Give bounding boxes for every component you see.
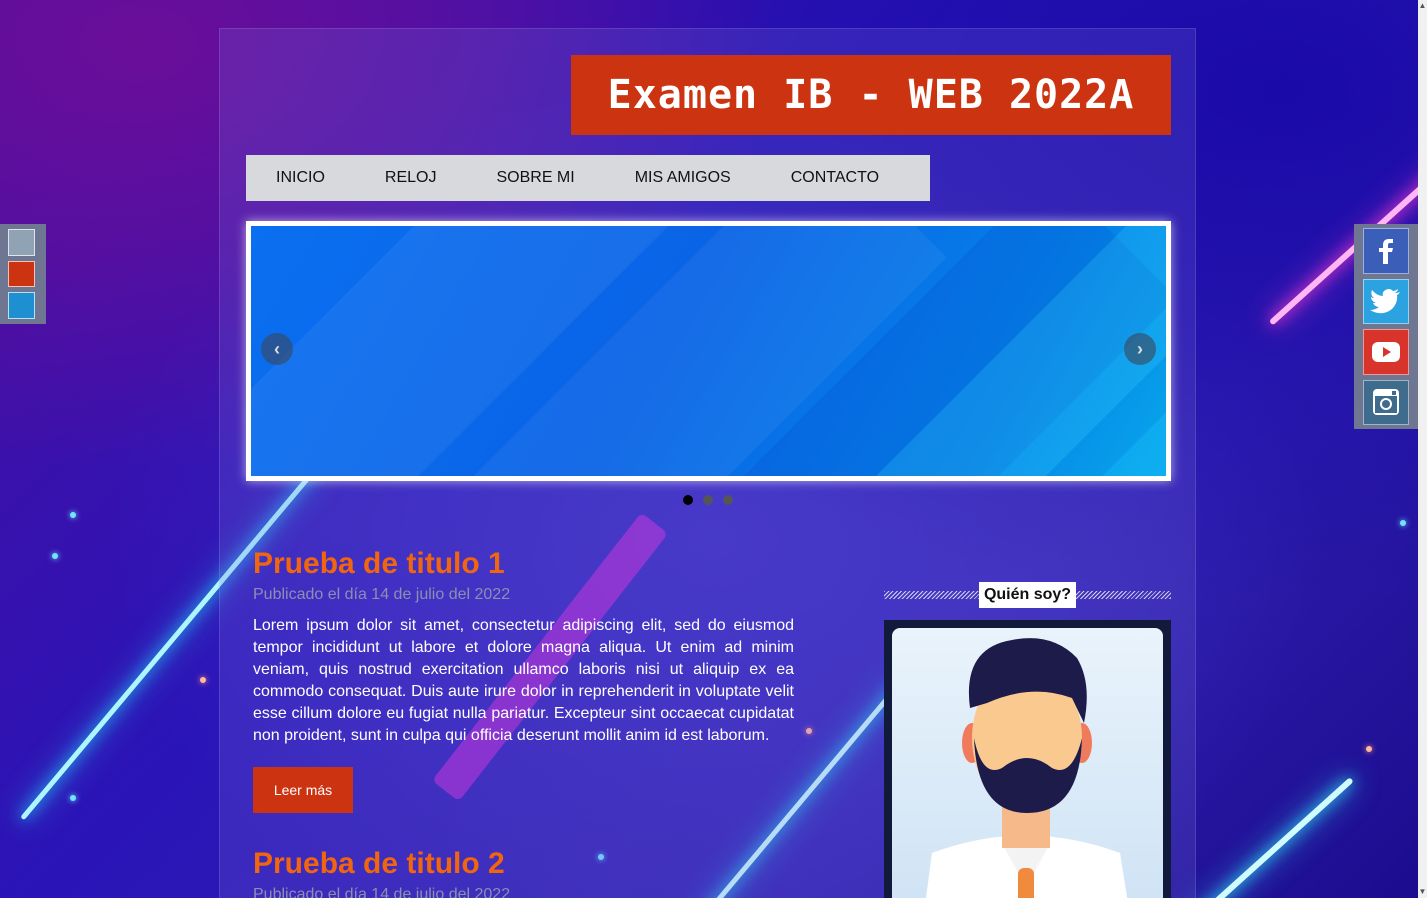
theme-swatch-panel [0, 224, 46, 324]
chevron-right-icon: › [1137, 338, 1143, 359]
theme-swatch-gray[interactable] [8, 229, 35, 256]
scroll-up-icon[interactable]: ▲ [1418, 0, 1427, 12]
chevron-left-icon: ‹ [274, 338, 280, 359]
post-title[interactable]: Prueba de titulo 1 [253, 547, 794, 581]
nav-item-inicio[interactable]: INICIO [246, 155, 355, 201]
nav-item-mis-amigos[interactable]: MIS AMIGOS [605, 155, 761, 201]
post-date: Publicado el día 14 de julio del 2022 [253, 886, 511, 898]
twitter-icon [1370, 289, 1400, 314]
image-slider: ‹ › [246, 221, 1171, 481]
theme-swatch-red[interactable] [8, 260, 35, 288]
scroll-down-icon[interactable]: ▼ [1418, 886, 1427, 898]
avatar-illustration [892, 628, 1163, 898]
instagram-button[interactable] [1363, 379, 1409, 425]
post-title[interactable]: Prueba de titulo 2 [253, 847, 794, 881]
slider-indicators [683, 495, 733, 505]
post-2: Prueba de titulo 2 Publicado el día 14 d… [253, 847, 794, 898]
about-heading-label: Quién soy? [978, 582, 1077, 608]
main-nav: INICIO RELOJ SOBRE MI MIS AMIGOS CONTACT… [246, 155, 930, 201]
theme-swatch-blue[interactable] [8, 292, 35, 320]
read-more-button[interactable]: Leer más [253, 767, 353, 813]
nav-item-sobre-mi[interactable]: SOBRE MI [466, 155, 604, 201]
facebook-icon [1379, 238, 1393, 264]
slider-next-button[interactable]: › [1124, 333, 1156, 365]
page-container: Examen IB - WEB 2022A INICIO RELOJ SOBRE… [219, 28, 1196, 898]
post-body: Lorem ipsum dolor sit amet, consectetur … [253, 617, 794, 744]
person-icon [926, 638, 1128, 898]
about-sidebar: Quién soy? [884, 582, 1171, 898]
slider-dot-3[interactable] [723, 495, 733, 505]
facebook-button[interactable] [1363, 228, 1409, 274]
youtube-icon [1372, 341, 1400, 362]
avatar [884, 620, 1171, 898]
youtube-button[interactable] [1363, 329, 1409, 375]
instagram-icon [1373, 389, 1399, 416]
slider-prev-button[interactable]: ‹ [261, 333, 293, 365]
social-bar [1354, 224, 1418, 429]
about-heading: Quién soy? [884, 582, 1171, 608]
slider-dot-1[interactable] [683, 495, 693, 505]
page-scrollbar[interactable]: ▲ ▼ [1418, 0, 1427, 898]
site-title: Examen IB - WEB 2022A [571, 55, 1171, 135]
nav-item-contacto[interactable]: CONTACTO [761, 155, 909, 201]
post-1: Prueba de titulo 1 Publicado el día 14 d… [253, 547, 794, 813]
twitter-button[interactable] [1363, 278, 1409, 324]
slider-dot-2[interactable] [703, 495, 713, 505]
nav-item-reloj[interactable]: RELOJ [355, 155, 467, 201]
post-date: Publicado el día 14 de julio del 2022 [253, 586, 511, 603]
slide-image: ‹ › [251, 226, 1166, 476]
